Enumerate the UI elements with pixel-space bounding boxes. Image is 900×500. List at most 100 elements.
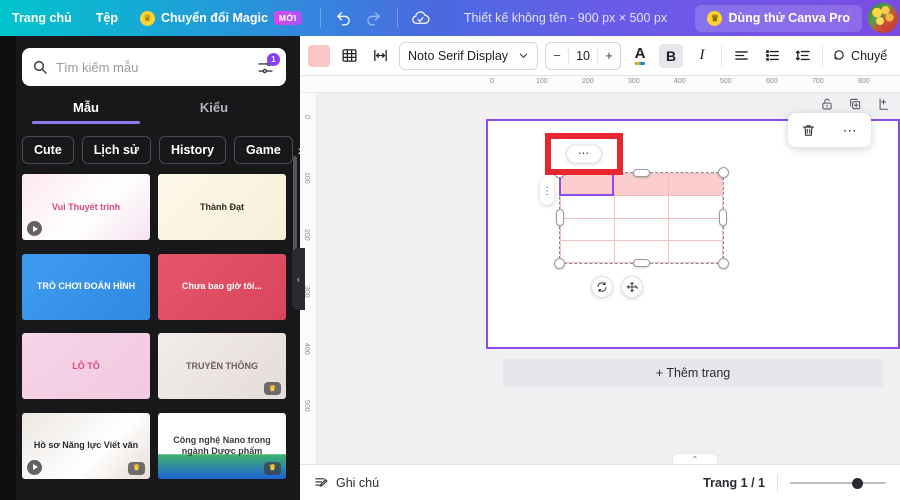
- document-title[interactable]: Thiết kế không tên - 900 px × 500 px: [436, 11, 696, 25]
- template-thumbnail[interactable]: TRUYỀN THÔNG ♛: [158, 333, 286, 399]
- ruler-tick: 200: [582, 78, 594, 85]
- chip-lich-su[interactable]: Lịch sử: [81, 136, 151, 164]
- transform-controls: [591, 276, 643, 298]
- play-icon[interactable]: [27, 459, 42, 475]
- panel-toggle-tab[interactable]: ⌃: [672, 453, 718, 464]
- canva-editor-window: Trang chủ Tệp ♛ Chuyển đổi Magic Mới Thi…: [0, 0, 900, 500]
- zoom-knob[interactable]: [852, 477, 863, 489]
- italic-button[interactable]: I: [690, 44, 714, 68]
- menu-item-home[interactable]: Trang chủ: [0, 11, 84, 25]
- table-cell[interactable]: [668, 217, 723, 241]
- filter-chip-row: Cute Lịch sử History Game ›: [0, 124, 300, 174]
- undo-icon[interactable]: [329, 3, 359, 33]
- resize-handle-bottom[interactable]: [632, 259, 650, 267]
- table-cell[interactable]: [668, 172, 723, 197]
- resize-handle-left[interactable]: [556, 209, 564, 226]
- pro-label: Dùng thử Canva Pro: [728, 11, 850, 25]
- ruler-tick: 400: [303, 343, 310, 355]
- template-title: TRÒ CHƠI ĐOÁN HÌNH: [36, 281, 136, 292]
- fill-color-swatch[interactable]: [308, 44, 330, 67]
- bold-label: B: [665, 47, 677, 64]
- table-cell[interactable]: [668, 195, 723, 219]
- table-cell[interactable]: [560, 217, 615, 241]
- effects-button[interactable]: Chuyể: [830, 48, 887, 64]
- italic-label: I: [699, 47, 705, 63]
- add-page-button[interactable]: + Thêm trang: [503, 359, 883, 387]
- line-spacing-icon[interactable]: [791, 44, 815, 68]
- font-size-increase[interactable]: +: [598, 48, 620, 63]
- sidebar-collapse-handle[interactable]: ‹: [292, 248, 305, 310]
- table-side-menu-icon[interactable]: ⋮: [540, 177, 554, 205]
- cell-width-icon[interactable]: [368, 44, 392, 68]
- table-grid[interactable]: [560, 172, 723, 264]
- zoom-track: [790, 481, 886, 484]
- bold-button[interactable]: B: [659, 43, 684, 68]
- pro-crown-icon: ♛: [128, 461, 145, 475]
- resize-handle-top[interactable]: [632, 169, 650, 177]
- notes-button[interactable]: Ghi chú: [314, 475, 379, 490]
- pro-crown-icon: ♛: [264, 461, 281, 475]
- chip-cute[interactable]: Cute: [22, 136, 74, 164]
- resize-handle-right[interactable]: [719, 209, 727, 226]
- add-page-icon[interactable]: [876, 97, 890, 111]
- table-cell[interactable]: [560, 239, 615, 264]
- template-thumbnail[interactable]: Hồ sơ Năng lực Viết văn ♛: [22, 412, 150, 479]
- rotate-icon[interactable]: [591, 276, 613, 298]
- font-size-stepper[interactable]: − 10 +: [545, 41, 622, 70]
- resize-handle-bottom-left[interactable]: [554, 258, 565, 269]
- search-section: 1: [0, 36, 300, 86]
- table-cell[interactable]: [560, 172, 615, 197]
- object-more-icon[interactable]: ⋯: [843, 123, 858, 137]
- resize-handle-bottom-right[interactable]: [718, 258, 729, 269]
- filter-icon[interactable]: 1: [254, 53, 280, 78]
- duplicate-icon[interactable]: [848, 97, 862, 111]
- template-thumbnail[interactable]: LÔ TÔ: [22, 333, 150, 399]
- tab-kieu[interactable]: Kiểu: [150, 100, 278, 124]
- ruler-tick: 100: [303, 172, 310, 184]
- ruler-tick: 300: [628, 78, 640, 85]
- font-size-value[interactable]: 10: [568, 48, 599, 63]
- ruler-tick: 700: [812, 78, 824, 85]
- template-thumbnail[interactable]: Chưa bao giờ tôi...: [158, 253, 286, 320]
- template-thumbnail[interactable]: Thành Đạt: [158, 174, 286, 240]
- chip-game[interactable]: Game: [234, 136, 293, 164]
- table-cell[interactable]: [614, 195, 669, 219]
- table-cell[interactable]: [560, 195, 615, 219]
- canvas-area[interactable]: ⋯ ⋯ ⋮ + Thêm trang: [317, 93, 900, 476]
- template-thumbnail[interactable]: Vui Thuyết trình: [22, 174, 150, 240]
- menu-item-file[interactable]: Tệp: [84, 11, 130, 25]
- search-icon: [32, 59, 48, 75]
- cloud-sync-icon[interactable]: [406, 3, 436, 33]
- align-left-icon[interactable]: [729, 44, 753, 68]
- lock-icon[interactable]: [820, 97, 834, 111]
- tab-mau[interactable]: Mẫu: [22, 100, 150, 124]
- template-thumbnail[interactable]: TRÒ CHƠI ĐOÁN HÌNH: [22, 253, 150, 320]
- try-canva-pro-button[interactable]: ♛ Dùng thử Canva Pro: [695, 4, 862, 32]
- resize-handle-top-right[interactable]: [718, 167, 729, 178]
- play-icon[interactable]: [27, 221, 42, 236]
- cell-more-options-button[interactable]: ⋯: [566, 144, 602, 164]
- template-title: Công nghệ Nano trong ngành Dược phẩm: [173, 435, 271, 456]
- horizontal-ruler[interactable]: 0 100 200 300 400 500 600 700 800: [300, 76, 900, 93]
- avatar[interactable]: [868, 3, 898, 33]
- table-cell[interactable]: [668, 239, 723, 264]
- text-color-icon[interactable]: A: [628, 44, 652, 68]
- move-icon[interactable]: [621, 276, 643, 298]
- trash-icon[interactable]: [801, 123, 816, 138]
- font-size-decrease[interactable]: −: [546, 48, 568, 63]
- template-thumbnail[interactable]: Công nghệ Nano trong ngành Dược phẩm ♛: [158, 412, 286, 479]
- text-color-letter: A: [634, 46, 645, 65]
- selected-table[interactable]: [554, 167, 729, 269]
- redo-icon[interactable]: [359, 3, 389, 33]
- bullet-list-icon[interactable]: [760, 44, 784, 68]
- zoom-slider[interactable]: [790, 476, 886, 490]
- pro-crown-icon: ♛: [264, 382, 281, 395]
- design-page[interactable]: ⋯ ⋯ ⋮: [486, 113, 900, 349]
- table-cell[interactable]: [614, 217, 669, 241]
- menu-item-magic-switch[interactable]: ♛ Chuyển đổi Magic Mới: [130, 10, 312, 26]
- search-input[interactable]: [56, 59, 254, 75]
- table-grid-icon[interactable]: [337, 44, 361, 68]
- font-family-dropdown[interactable]: Noto Serif Display: [399, 41, 539, 70]
- chip-history[interactable]: History: [158, 136, 227, 164]
- search-box[interactable]: 1: [22, 48, 286, 86]
